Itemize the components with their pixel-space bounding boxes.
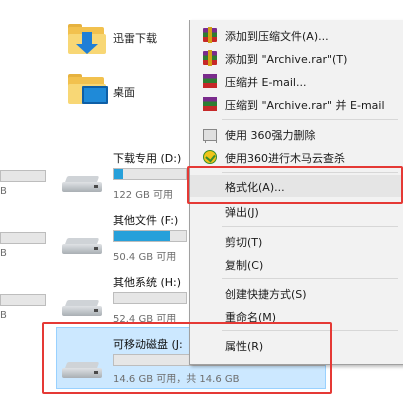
hard-drive-icon: [62, 300, 102, 316]
folder-label: 桌面: [113, 86, 135, 99]
menu-item-compress-rar-email[interactable]: 压缩到 "Archive.rar" 并 E-mail: [190, 93, 403, 115]
menu-separator: [222, 119, 398, 120]
drive-name: 下载专用 (D:): [113, 152, 182, 165]
drive-usage-bar: [113, 168, 187, 180]
left-drive-capacity: B: [0, 248, 7, 259]
removable-drive-highlight-annotation: [42, 322, 332, 394]
left-drive-bar: [0, 170, 46, 182]
winrar-icon: [203, 27, 217, 43]
menu-item-label: 添加到 "Archive.rar"(T): [225, 53, 348, 66]
drive-name: 其他文件 (F:): [113, 214, 179, 227]
hard-drive-icon: [62, 176, 102, 192]
left-drive-capacity: B: [0, 186, 7, 197]
drive-usage-bar: [113, 230, 187, 242]
format-highlight-annotation: [187, 166, 403, 204]
menu-item-label: 剪切(T): [225, 236, 263, 249]
menu-item-label: 复制(C): [225, 259, 264, 272]
360-scan-icon: [203, 150, 217, 164]
menu-item-copy[interactable]: 复制(C): [190, 253, 403, 275]
left-drive-capacity: B: [0, 310, 7, 321]
winrar-email-icon: [203, 74, 217, 88]
menu-item-create-shortcut[interactable]: 创建快捷方式(S): [190, 282, 403, 304]
menu-item-label: 使用 360强力删除: [225, 129, 316, 142]
menu-item-add-to-archive-rar[interactable]: 添加到 "Archive.rar"(T): [190, 47, 403, 69]
menu-item-360-trojan-scan[interactable]: 使用360进行木马云查杀: [190, 146, 403, 168]
menu-separator: [222, 226, 398, 227]
drive-capacity: 50.4 GB 可用: [113, 252, 177, 263]
menu-item-360-force-delete[interactable]: 使用 360强力删除: [190, 123, 403, 145]
menu-item-label: 压缩并 E-mail...: [225, 76, 307, 89]
menu-item-compress-email[interactable]: 压缩并 E-mail...: [190, 70, 403, 92]
menu-item-label: 压缩到 "Archive.rar" 并 E-mail: [225, 99, 385, 112]
winrar-icon: [203, 50, 217, 66]
menu-item-add-to-archive[interactable]: 添加到压缩文件(A)...: [190, 24, 403, 46]
left-drive-bar: [0, 232, 46, 244]
download-folder-icon: [68, 24, 106, 54]
drive-usage-bar: [113, 292, 187, 304]
desktop-folder-icon: [68, 74, 108, 104]
winrar-email-icon: [203, 97, 217, 111]
drive-capacity: 122 GB 可用: [113, 190, 174, 201]
folder-label: 迅雷下载: [113, 32, 157, 45]
menu-item-label: 使用360进行木马云查杀: [225, 152, 345, 165]
left-drive-bar: [0, 294, 46, 306]
menu-item-label: 创建快捷方式(S): [225, 288, 307, 301]
menu-item-label: 弹出(J): [225, 206, 259, 219]
drive-name: 其他系统 (H:): [113, 276, 182, 289]
menu-item-label: 添加到压缩文件(A)...: [225, 30, 329, 43]
hard-drive-icon: [62, 238, 102, 254]
menu-separator: [222, 278, 398, 279]
shredder-icon: [203, 129, 217, 143]
menu-item-cut[interactable]: 剪切(T): [190, 230, 403, 252]
